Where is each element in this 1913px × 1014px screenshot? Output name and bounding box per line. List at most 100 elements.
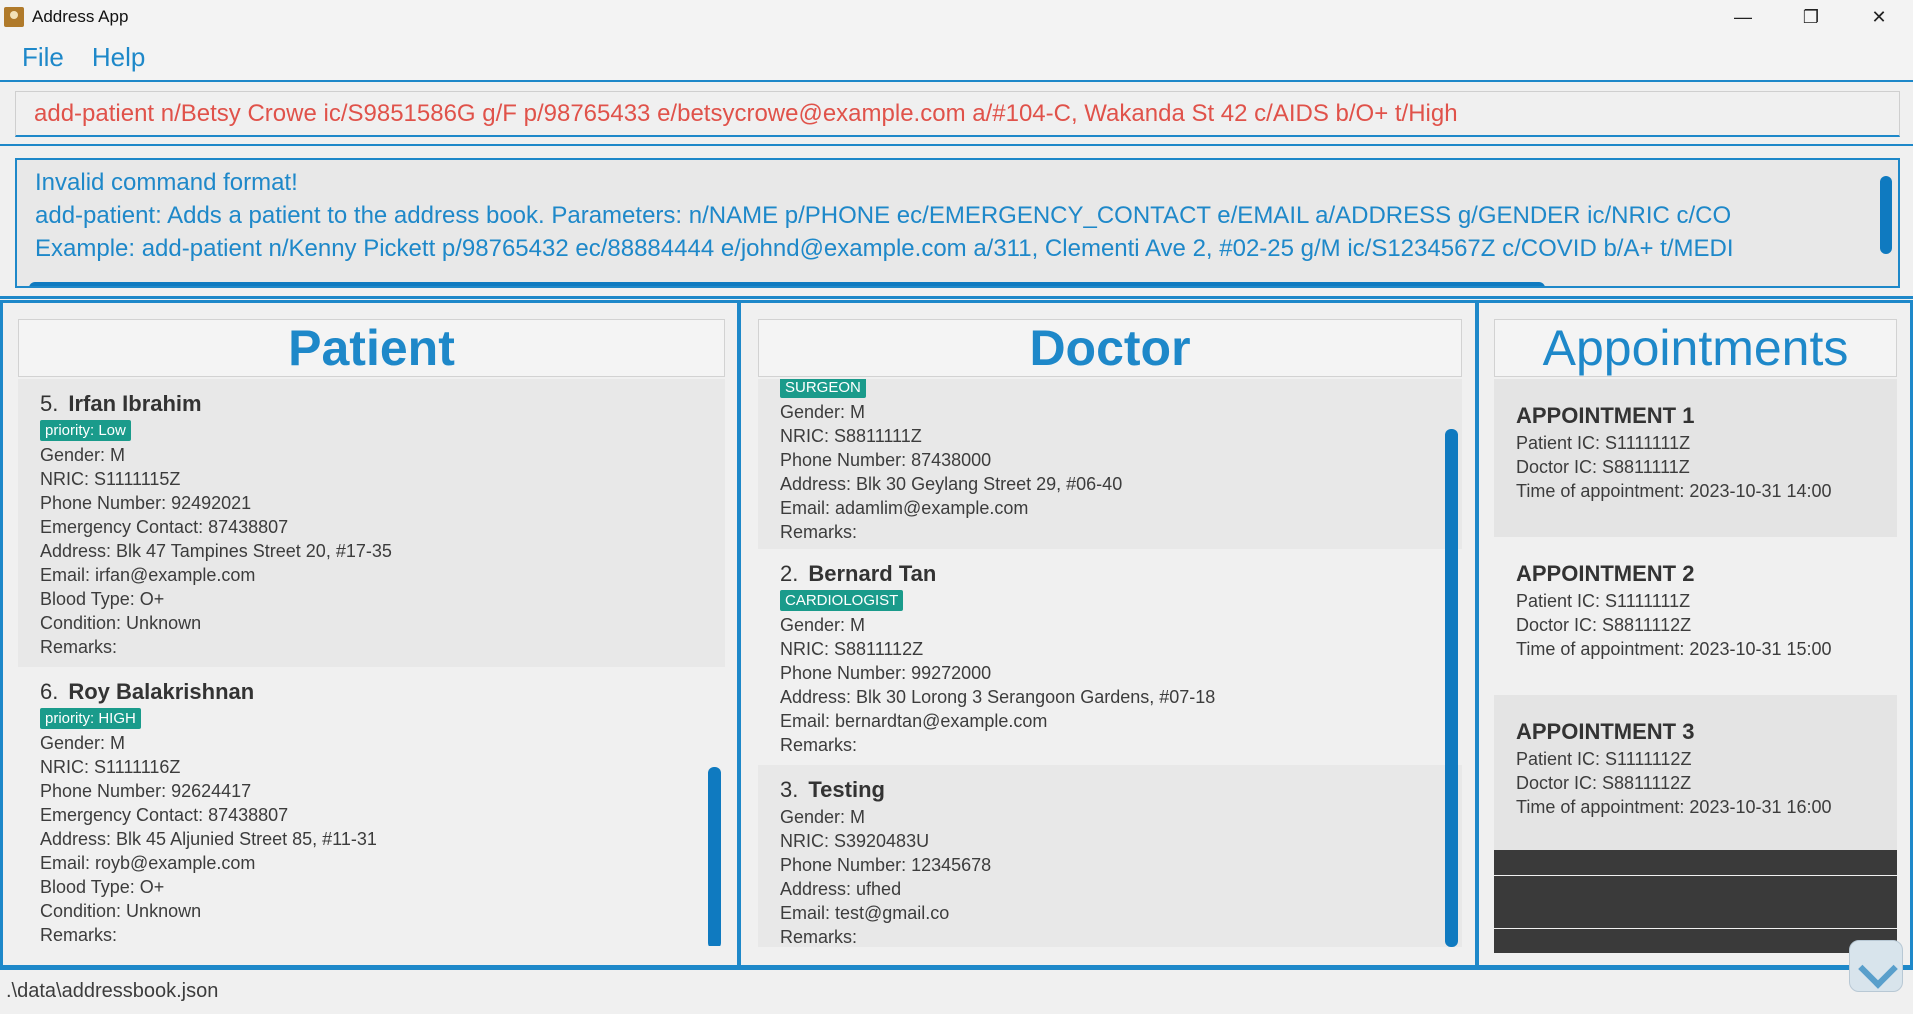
- appointment-patient-ic: Patient IC: S1111112Z: [1516, 749, 1692, 769]
- appointment-title: APPOINTMENT 2: [1516, 561, 1695, 586]
- patient-card[interactable]: 5. Irfan Ibrahim priority: Low Gender: M …: [18, 379, 725, 667]
- doctor-name-text: Bernard Tan: [808, 561, 937, 586]
- result-line: add-patient: Adds a patient to the addre…: [35, 202, 1732, 229]
- doctor-phone: Phone Number: 12345678: [780, 855, 992, 875]
- minimize-icon[interactable]: —: [1709, 0, 1777, 34]
- priority-badge: priority: HIGH: [40, 708, 141, 729]
- doctor-nric: NRIC: S3920483U: [780, 831, 930, 851]
- appointment-title: APPOINTMENT 3: [1516, 719, 1695, 744]
- doctor-address: Address: Blk 30 Geylang Street 29, #06-4…: [780, 474, 1123, 494]
- patient-nric: NRIC: S1111115Z: [40, 469, 181, 489]
- patient-index: 5.: [40, 391, 59, 416]
- patient-emergency-contact: Emergency Contact: 87438807: [40, 517, 289, 537]
- patient-address: Address: Blk 45 Aljunied Street 85, #11-…: [40, 829, 377, 849]
- patient-blood-type: Blood Type: O+: [40, 589, 165, 609]
- doctor-email: Email: test@gmail.co: [780, 903, 950, 923]
- appointment-card[interactable]: APPOINTMENT 2 Patient IC: S1111111Z Doct…: [1494, 537, 1897, 695]
- doctor-name: 3. Testing: [780, 775, 1462, 805]
- appointment-card[interactable]: APPOINTMENT 3 Patient IC: S1111112Z Doct…: [1494, 695, 1897, 850]
- empty-list-row: [1494, 876, 1897, 928]
- doctor-nric: NRIC: S8811112Z: [780, 639, 924, 659]
- doctor-phone: Phone Number: 99272000: [780, 663, 992, 683]
- patient-gender: Gender: M: [40, 445, 126, 465]
- patient-panel-header: Patient: [18, 319, 725, 377]
- window-title: Address App: [32, 7, 129, 26]
- result-line: Example: add-patient n/Kenny Pickett p/9…: [35, 235, 1734, 262]
- doctor-list[interactable]: SURGEON Gender: M NRIC: S8811111Z Phone …: [758, 379, 1462, 947]
- doctor-name: 2. Bernard Tan: [780, 559, 1442, 589]
- appointment-doctor-ic: Doctor IC: S8811112Z: [1516, 773, 1692, 793]
- doctor-name-text: Testing: [808, 777, 885, 802]
- restore-icon[interactable]: ❐: [1777, 0, 1845, 34]
- appointment-patient-ic: Patient IC: S1111111Z: [1516, 591, 1691, 611]
- patient-name: 6. Roy Balakrishnan: [40, 677, 703, 707]
- appointment-panel-header: Appointments: [1494, 319, 1897, 377]
- patient-name-text: Irfan Ibrahim: [68, 391, 202, 416]
- specialty-badge: SURGEON: [780, 379, 866, 398]
- command-area: add-patient n/Betsy Crowe ic/S9851586G g…: [0, 80, 1913, 146]
- appointment-doctor-ic: Doctor IC: S8811112Z: [1516, 615, 1692, 635]
- title-bar: Address App — ❐ ✕: [0, 0, 1913, 34]
- result-area: Invalid command format! add-patient: Add…: [0, 146, 1913, 299]
- doctor-card[interactable]: 3. Testing Gender: M NRIC: S3920483U Phon…: [758, 765, 1462, 947]
- doctor-remarks: Remarks:: [780, 522, 858, 542]
- appointment-doctor-ic: Doctor IC: S8811111Z: [1516, 457, 1690, 477]
- widget-icon[interactable]: [1849, 940, 1903, 992]
- doctor-card[interactable]: 2. Bernard Tan CARDIOLOGIST Gender: M NRI…: [758, 549, 1442, 765]
- app-window: Address App — ❐ ✕ File Help add-patient …: [0, 0, 1913, 1014]
- patient-gender: Gender: M: [40, 733, 126, 753]
- patient-list-scrollbar[interactable]: [708, 767, 721, 946]
- doctor-gender: Gender: M: [780, 402, 866, 422]
- patient-email: Email: irfan@example.com: [40, 565, 256, 585]
- patient-name: 5. Irfan Ibrahim: [40, 389, 725, 419]
- doctor-gender: Gender: M: [780, 807, 866, 827]
- doctor-remarks: Remarks:: [780, 735, 858, 755]
- empty-list-row: [1494, 929, 1897, 953]
- patient-panel: Patient 5. Irfan Ibrahim priority: Low Ge…: [0, 300, 740, 968]
- appointment-time: Time of appointment: 2023-10-31 14:00: [1516, 481, 1832, 501]
- patient-name-text: Roy Balakrishnan: [68, 679, 255, 704]
- doctor-address: Address: ufhed: [780, 879, 902, 899]
- patient-phone: Phone Number: 92624417: [40, 781, 252, 801]
- command-input[interactable]: add-patient n/Betsy Crowe ic/S9851586G g…: [15, 91, 1900, 137]
- doctor-list-scrollbar[interactable]: [1445, 429, 1458, 947]
- patient-phone: Phone Number: 92492021: [40, 493, 252, 513]
- doctor-address: Address: Blk 30 Lorong 3 Serangoon Garde…: [780, 687, 1216, 707]
- patient-index: 6.: [40, 679, 59, 704]
- patient-list[interactable]: 5. Irfan Ibrahim priority: Low Gender: M …: [18, 379, 725, 946]
- result-display[interactable]: Invalid command format! add-patient: Add…: [15, 158, 1900, 288]
- patient-nric: NRIC: S1111116Z: [40, 757, 181, 777]
- doctor-phone: Phone Number: 87438000: [780, 450, 992, 470]
- appointment-card[interactable]: APPOINTMENT 1 Patient IC: S1111111Z Doct…: [1494, 379, 1897, 537]
- patient-emergency-contact: Emergency Contact: 87438807: [40, 805, 289, 825]
- specialty-badge: CARDIOLOGIST: [780, 590, 904, 611]
- doctor-gender: Gender: M: [780, 615, 866, 635]
- result-vertical-scrollbar[interactable]: [1880, 176, 1892, 254]
- menu-help[interactable]: Help: [92, 42, 145, 73]
- patient-blood-type: Blood Type: O+: [40, 877, 165, 897]
- doctor-email: Email: adamlim@example.com: [780, 498, 1029, 518]
- window-controls: — ❐ ✕: [1709, 0, 1913, 34]
- menu-bar: File Help: [0, 34, 1913, 80]
- patient-condition: Condition: Unknown: [40, 613, 202, 633]
- doctor-nric: NRIC: S8811111Z: [780, 426, 922, 446]
- patient-condition: Condition: Unknown: [40, 901, 202, 921]
- patient-remarks: Remarks:: [40, 637, 118, 657]
- patient-card[interactable]: 6. Roy Balakrishnan priority: HIGH Gender…: [18, 667, 703, 946]
- result-horizontal-scrollbar[interactable]: [29, 282, 1545, 286]
- appointment-time: Time of appointment: 2023-10-31 16:00: [1516, 797, 1832, 817]
- doctor-panel-header: Doctor: [758, 319, 1462, 377]
- doctor-card[interactable]: SURGEON Gender: M NRIC: S8811111Z Phone …: [758, 379, 1462, 549]
- priority-badge: priority: Low: [40, 420, 131, 441]
- patient-address: Address: Blk 47 Tampines Street 20, #17-…: [40, 541, 392, 561]
- menu-file[interactable]: File: [22, 42, 64, 73]
- empty-list-row: [1494, 850, 1897, 875]
- app-icon: [4, 7, 24, 27]
- doctor-index: 2.: [780, 561, 799, 586]
- appointment-panel: Appointments APPOINTMENT 1 Patient IC: S…: [1476, 300, 1913, 968]
- patient-remarks: Remarks:: [40, 925, 118, 945]
- close-icon[interactable]: ✕: [1845, 0, 1913, 34]
- doctor-remarks: Remarks:: [780, 927, 858, 947]
- doctor-email: Email: bernardtan@example.com: [780, 711, 1048, 731]
- result-line: Invalid command format!: [35, 169, 298, 196]
